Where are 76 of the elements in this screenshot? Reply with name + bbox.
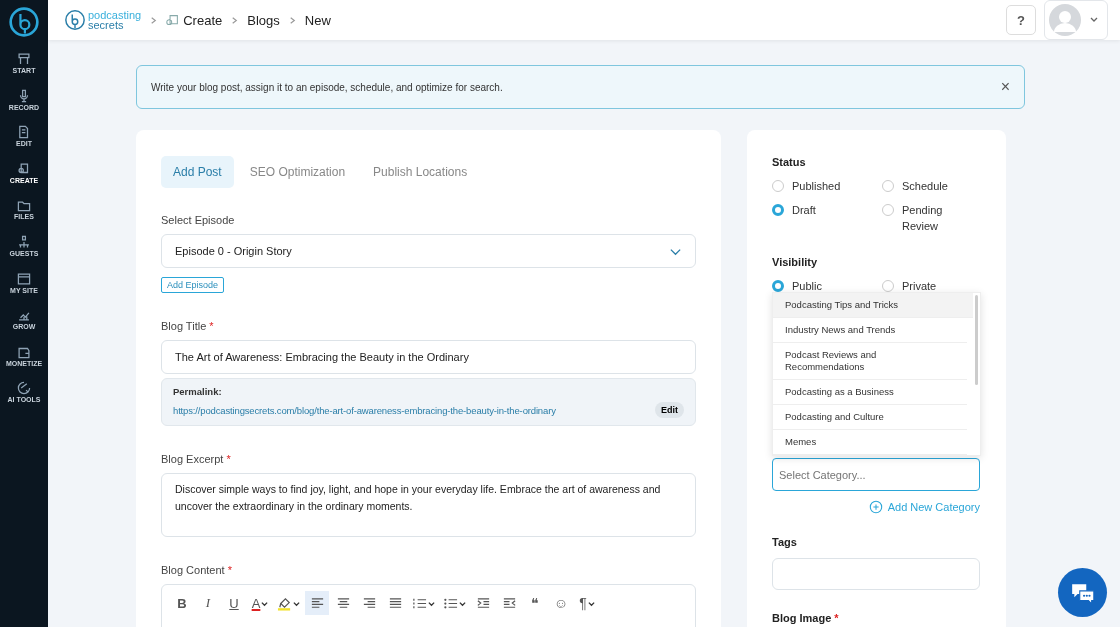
text-color-button[interactable]: A	[248, 591, 272, 615]
align-right-icon	[361, 595, 377, 611]
required-mark: *	[834, 612, 839, 624]
logo-icon	[8, 6, 40, 38]
logo-text: secrets	[88, 20, 124, 30]
content-editor[interactable]: B I U A ❝ ☺ ¶	[161, 584, 696, 627]
menu-item[interactable]: Industry News and Trends	[773, 318, 967, 343]
permalink-label: Permalink:	[173, 386, 223, 397]
avatar-icon	[1049, 4, 1081, 36]
radio-option[interactable]: Pending Review	[882, 202, 981, 234]
close-button[interactable]: ×	[1000, 78, 1010, 96]
paragraph-button[interactable]: ¶	[575, 591, 599, 615]
chevron-icon	[149, 15, 159, 25]
underline-button[interactable]: U	[222, 591, 246, 615]
section-heading: Visibility	[772, 256, 819, 268]
info-text: Write your blog post, assign it to an episode, schedule, and optimize for search.	[151, 81, 503, 93]
tags-field[interactable]	[772, 558, 980, 590]
excerpt-field[interactable]: Discover simple ways to find joy, light, and hope in your everyday life. Embrace the art of awareness and uncover the extraordinary in the ordinary moments.	[161, 473, 696, 537]
field-label: Blog Excerpt	[161, 453, 224, 465]
radio-option[interactable]: Schedule	[882, 178, 981, 194]
logo-icon	[64, 9, 86, 31]
title-field[interactable]: The Art of Awareness: Embracing the Beauty in the Ordinary	[161, 340, 696, 374]
tab[interactable]: Add Post	[161, 156, 234, 188]
outdent-icon	[501, 595, 517, 611]
permalink-link[interactable]: https://podcastingsecrets.com/blog/the-art-of-awareness-embracing-the-beauty-in-the-ordinary	[173, 404, 556, 416]
required-mark: *	[227, 564, 232, 576]
microphone-icon	[17, 88, 31, 103]
edit-button[interactable]: Edit	[655, 402, 684, 418]
emoji-button[interactable]: ☺	[549, 591, 573, 615]
plus-icon	[868, 500, 883, 514]
chat-button[interactable]	[1058, 568, 1107, 617]
align-center-icon	[335, 595, 351, 611]
section-heading: Tags	[772, 536, 798, 548]
menu-item[interactable]: Podcasting Tips and Tricks	[773, 293, 973, 318]
breadcrumb-link[interactable]: Blogs	[247, 12, 280, 28]
category-field[interactable]: Select Category...	[772, 458, 980, 491]
media-icon	[166, 13, 180, 27]
menu-item[interactable]: Podcasting and Culture	[773, 405, 967, 430]
section-heading: Status	[772, 156, 807, 168]
document-icon	[17, 125, 31, 140]
required-mark: *	[209, 320, 214, 332]
caret-icon	[261, 599, 269, 607]
tab[interactable]: SEO Optimization	[237, 156, 358, 188]
browser-icon	[17, 271, 31, 286]
radio-option[interactable]: Published	[772, 178, 882, 194]
caret-icon	[293, 599, 300, 607]
quote-button[interactable]: ❝	[523, 591, 547, 615]
caret-icon	[459, 599, 466, 607]
breadcrumb-link[interactable]: New	[304, 12, 331, 28]
bold-button[interactable]: B	[170, 591, 194, 615]
episode-select[interactable]: Episode 0 - Origin Story	[161, 234, 696, 268]
justify-icon	[387, 595, 403, 611]
section-heading: Blog Image	[772, 612, 832, 624]
italic-button[interactable]: I	[196, 591, 220, 615]
breadcrumb-link[interactable]: Create	[183, 12, 223, 28]
required-mark: *	[226, 453, 231, 465]
radio-option[interactable]: Draft	[772, 202, 882, 234]
indent-icon	[475, 595, 491, 611]
caret-icon	[587, 599, 595, 607]
radio-button[interactable]	[772, 204, 784, 216]
menu-item[interactable]: Podcast Reviews and Recommendations	[773, 343, 967, 380]
help-button[interactable]: ?	[1006, 5, 1036, 35]
menu-item[interactable]: Memes	[773, 430, 967, 455]
align-left-icon	[309, 595, 325, 611]
field-label: Select Episode	[161, 214, 236, 226]
tab[interactable]: Publish Locations	[361, 156, 480, 188]
menu-item[interactable]: Podcasting as a Business	[773, 380, 967, 405]
add-episode-button[interactable]: Add Episode	[161, 277, 225, 293]
scrollbar[interactable]	[975, 295, 978, 385]
caret-icon	[428, 599, 435, 607]
field-label: Blog Content	[161, 564, 225, 576]
people-icon	[17, 234, 31, 249]
field-label: Blog Title	[161, 320, 207, 332]
align-left-button[interactable]	[305, 591, 329, 615]
chevron-icon	[230, 15, 240, 25]
media-icon	[17, 161, 31, 176]
